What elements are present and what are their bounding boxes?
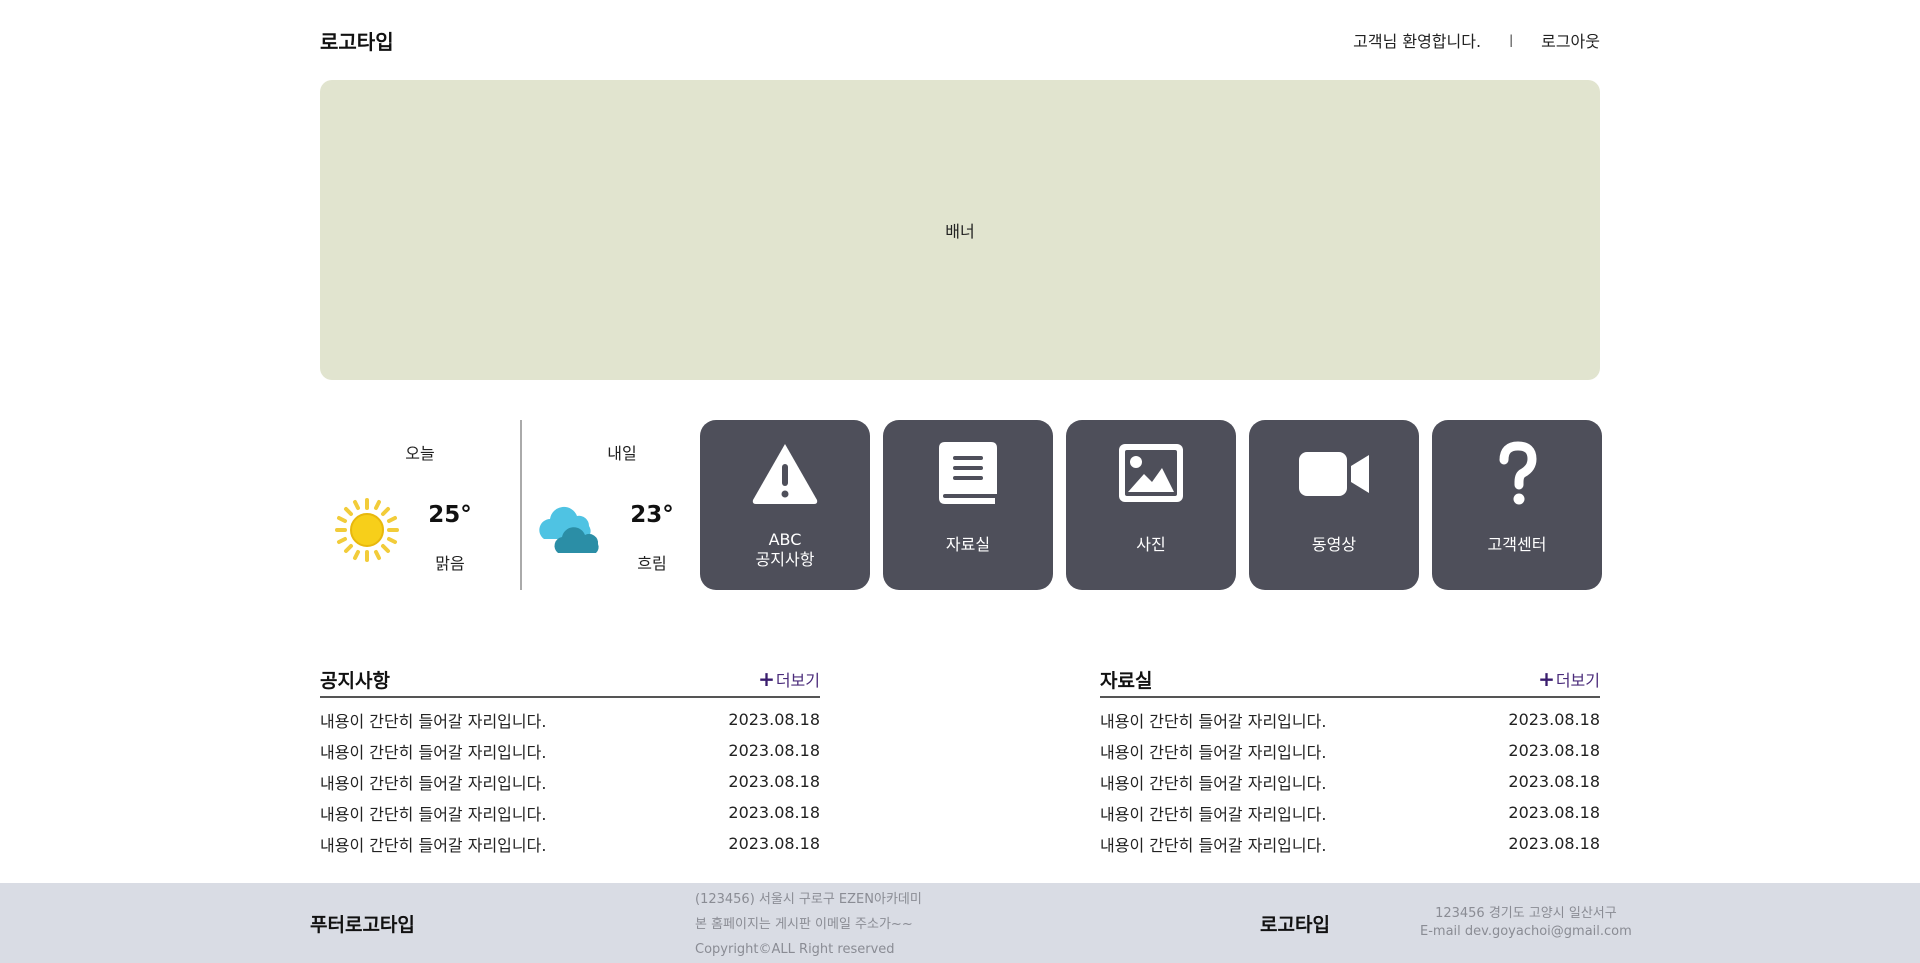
item-text: 내용이 간단히 들어갈 자리입니다. xyxy=(1100,773,1327,793)
header-logo[interactable]: 로고타입 xyxy=(320,26,394,55)
welcome-text: 고객님 환영합니다. xyxy=(1353,32,1482,51)
weather-tomorrow-title: 내일 xyxy=(607,444,637,463)
banner-label: 배너 xyxy=(945,222,975,241)
item-text: 내용이 간단히 들어갈 자리입니다. xyxy=(320,835,547,855)
site-header: 로고타입 고객님 환영합니다. | 로그아웃 xyxy=(320,0,1600,80)
tile-photo[interactable]: 사진 xyxy=(1066,420,1236,590)
header-separator: | xyxy=(1509,33,1514,47)
footer-info: (123456) 서울시 구로구 EZEN아카데미 본 홈페이지는 게시판 이메… xyxy=(695,887,922,962)
footer-contact-email: E-mail dev.goyachoi@gmail.com xyxy=(1420,924,1632,939)
item-date: 2023.08.18 xyxy=(728,772,820,791)
tile-video[interactable]: 동영상 xyxy=(1249,420,1419,590)
footer-logo[interactable]: 푸터로고타입 xyxy=(310,910,415,937)
book-icon xyxy=(939,442,997,504)
tile-notice-line1: ABC xyxy=(768,530,802,549)
item-date: 2023.08.18 xyxy=(728,741,820,760)
warning-icon xyxy=(752,444,818,504)
footer-info-email-note: 본 홈페이지는 게시판 이메일 주소가~~ xyxy=(695,917,913,932)
site-footer: 푸터로고타입 (123456) 서울시 구로구 EZEN아카데미 본 홈페이지는… xyxy=(0,883,1920,963)
weather-today-title: 오늘 xyxy=(405,444,435,463)
list-item[interactable]: 내용이 간단히 들어갈 자리입니다. 2023.08.18 xyxy=(320,828,820,859)
weather-today-desc: 맑음 xyxy=(435,554,465,573)
tile-video-label: 동영상 xyxy=(1311,535,1357,554)
quick-menu: ABC 공지사항 자료실 사진 동영상 고객센터 xyxy=(700,420,1602,590)
logout-link[interactable]: 로그아웃 xyxy=(1541,28,1600,52)
item-date: 2023.08.18 xyxy=(1508,741,1600,760)
item-date: 2023.08.18 xyxy=(728,803,820,822)
sun-icon xyxy=(335,498,399,562)
weather-tomorrow: 내일 23° 흐림 xyxy=(522,420,722,590)
weather-today-temp: 25° xyxy=(428,502,472,528)
cloud-icon xyxy=(539,506,599,553)
tile-notice-line2: 공지사항 xyxy=(755,550,815,569)
list-item[interactable]: 내용이 간단히 들어갈 자리입니다. 2023.08.18 xyxy=(1100,735,1600,766)
video-icon xyxy=(1299,452,1369,496)
item-date: 2023.08.18 xyxy=(1508,803,1600,822)
list-item[interactable]: 내용이 간단히 들어갈 자리입니다. 2023.08.18 xyxy=(320,766,820,797)
board-notice-more-link[interactable]: + 더보기 xyxy=(758,667,820,691)
board-notice: 공지사항 + 더보기 내용이 간단히 들어갈 자리입니다. 2023.08.18 … xyxy=(320,662,820,859)
item-text: 내용이 간단히 들어갈 자리입니다. xyxy=(1100,804,1327,824)
image-icon xyxy=(1119,444,1183,502)
footer-copyright: Copyright©ALL Right reserved xyxy=(695,942,895,957)
board-notice-title: 공지사항 xyxy=(320,669,390,692)
info-row: 오늘 25° 맑음 내일 23° 흐림 ABC 공지사항 자료실 사진 동영상 … xyxy=(320,420,1602,590)
list-item[interactable]: 내용이 간단히 들어갈 자리입니다. 2023.08.18 xyxy=(1100,797,1600,828)
board-archive-header: 자료실 + 더보기 xyxy=(1100,662,1600,698)
item-date: 2023.08.18 xyxy=(728,710,820,729)
footer-info-address: (123456) 서울시 구로구 EZEN아카데미 xyxy=(695,892,922,907)
header-user-menu: 고객님 환영합니다. | 로그아웃 xyxy=(1353,28,1600,52)
footer-contact-address: 123456 경기도 고양시 일산서구 xyxy=(1435,906,1617,921)
list-item[interactable]: 내용이 간단히 들어갈 자리입니다. 2023.08.18 xyxy=(1100,766,1600,797)
main-banner[interactable]: 배너 xyxy=(320,80,1600,380)
item-text: 내용이 간단히 들어갈 자리입니다. xyxy=(320,711,547,731)
item-date: 2023.08.18 xyxy=(1508,834,1600,853)
board-archive-title: 자료실 xyxy=(1100,669,1153,692)
tile-notice-label: ABC 공지사항 xyxy=(700,530,870,570)
plus-icon: + xyxy=(1538,667,1555,691)
board-archive: 자료실 + 더보기 내용이 간단히 들어갈 자리입니다. 2023.08.18 내… xyxy=(1100,662,1600,859)
tile-notice[interactable]: ABC 공지사항 xyxy=(700,420,870,590)
item-text: 내용이 간단히 들어갈 자리입니다. xyxy=(320,804,547,824)
item-date: 2023.08.18 xyxy=(1508,772,1600,791)
weather-tomorrow-desc: 흐림 xyxy=(637,554,667,573)
tile-photo-label: 사진 xyxy=(1136,535,1166,554)
footer-contact: 123456 경기도 고양시 일산서구 E-mail dev.goyachoi@… xyxy=(1420,905,1632,941)
more-label: 더보기 xyxy=(775,671,820,690)
item-text: 내용이 간단히 들어갈 자리입니다. xyxy=(320,742,547,762)
more-label: 더보기 xyxy=(1555,671,1600,690)
footer-logo-right[interactable]: 로고타입 xyxy=(1260,910,1330,937)
tile-archive[interactable]: 자료실 xyxy=(883,420,1053,590)
item-text: 내용이 간단히 들어갈 자리입니다. xyxy=(320,773,547,793)
list-item[interactable]: 내용이 간단히 들어갈 자리입니다. 2023.08.18 xyxy=(1100,704,1600,735)
weather-tomorrow-temp: 23° xyxy=(630,502,674,528)
tile-support-label: 고객센터 xyxy=(1487,535,1547,554)
item-date: 2023.08.18 xyxy=(728,834,820,853)
item-date: 2023.08.18 xyxy=(1508,710,1600,729)
board-notice-header: 공지사항 + 더보기 xyxy=(320,662,820,698)
plus-icon: + xyxy=(758,667,775,691)
item-text: 내용이 간단히 들어갈 자리입니다. xyxy=(1100,711,1327,731)
item-text: 내용이 간단히 들어갈 자리입니다. xyxy=(1100,742,1327,762)
tile-archive-label: 자료실 xyxy=(945,535,991,554)
list-item[interactable]: 내용이 간단히 들어갈 자리입니다. 2023.08.18 xyxy=(320,704,820,735)
board-notice-list: 내용이 간단히 들어갈 자리입니다. 2023.08.18 내용이 간단히 들어갈… xyxy=(320,704,820,859)
list-item[interactable]: 내용이 간단히 들어갈 자리입니다. 2023.08.18 xyxy=(320,735,820,766)
question-icon xyxy=(1499,441,1537,505)
board-archive-more-link[interactable]: + 더보기 xyxy=(1538,667,1600,691)
list-item[interactable]: 내용이 간단히 들어갈 자리입니다. 2023.08.18 xyxy=(1100,828,1600,859)
item-text: 내용이 간단히 들어갈 자리입니다. xyxy=(1100,835,1327,855)
tile-support[interactable]: 고객센터 xyxy=(1432,420,1602,590)
weather-today: 오늘 25° 맑음 xyxy=(320,420,520,590)
list-item[interactable]: 내용이 간단히 들어갈 자리입니다. 2023.08.18 xyxy=(320,797,820,828)
board-archive-list: 내용이 간단히 들어갈 자리입니다. 2023.08.18 내용이 간단히 들어갈… xyxy=(1100,704,1600,859)
